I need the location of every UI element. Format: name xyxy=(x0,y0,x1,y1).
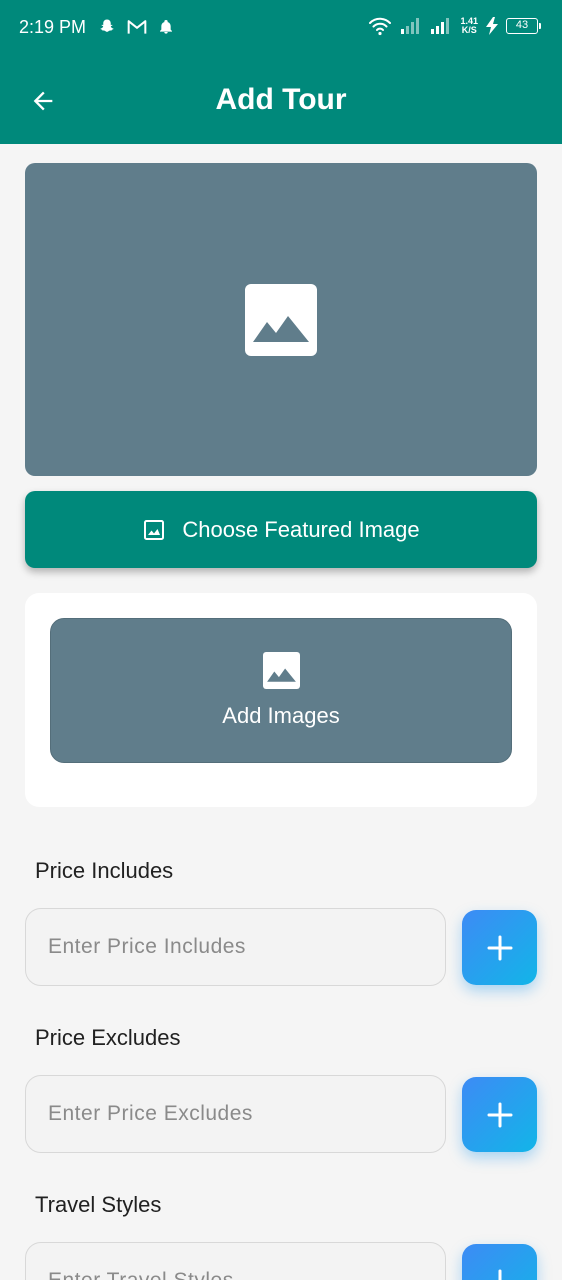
battery-icon: 43 xyxy=(506,18,541,34)
wifi-icon xyxy=(369,17,392,36)
snapchat-icon xyxy=(100,19,114,32)
image-icon xyxy=(262,652,300,689)
price-excludes-label: Price Excludes xyxy=(35,1025,181,1050)
travel-styles-input[interactable] xyxy=(25,1242,446,1280)
gmail-icon xyxy=(127,20,147,34)
status-left-icons xyxy=(98,18,174,36)
page-title: Add Tour xyxy=(215,83,347,116)
status-time: 2:19 PM xyxy=(19,17,87,37)
app-bar: Add Tour xyxy=(0,58,562,144)
status-right-icons: 1.41 K/S 43 xyxy=(368,16,541,36)
network-speed-unit: K/S xyxy=(461,25,477,35)
image-icon xyxy=(144,519,165,540)
battery-level: 43 xyxy=(515,19,529,31)
featured-image-preview xyxy=(25,163,537,476)
network-speed: 1.41 K/S xyxy=(460,17,478,35)
add-price-exclude-button[interactable] xyxy=(462,1077,537,1152)
gallery-card: Add Images xyxy=(25,593,537,807)
price-includes-input[interactable] xyxy=(25,908,446,986)
price-includes-label: Price Includes xyxy=(35,858,174,883)
travel-styles-label: Travel Styles xyxy=(35,1192,162,1217)
signal-icon xyxy=(401,18,420,34)
signal-icon xyxy=(431,18,450,34)
notification-icon xyxy=(160,20,172,34)
image-icon xyxy=(245,283,317,356)
add-travel-style-button[interactable] xyxy=(462,1244,537,1280)
price-excludes-input[interactable] xyxy=(25,1075,446,1153)
add-images-label: Add Images xyxy=(222,703,340,728)
add-images-button[interactable]: Add Images xyxy=(50,618,512,763)
add-price-include-button[interactable] xyxy=(462,910,537,985)
status-bar: 2:19 PM 1.41 K/S 43 xyxy=(0,0,562,58)
plus-icon xyxy=(487,1102,512,1127)
plus-icon xyxy=(487,935,512,960)
choose-featured-image-button[interactable]: Choose Featured Image xyxy=(25,491,537,568)
plus-icon xyxy=(488,1269,511,1280)
choose-featured-image-label: Choose Featured Image xyxy=(182,516,420,542)
charging-icon xyxy=(486,17,498,35)
